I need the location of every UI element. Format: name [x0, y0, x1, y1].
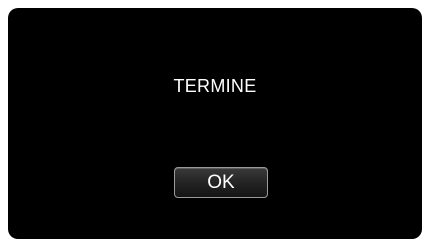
completion-message: TERMINE: [173, 76, 257, 96]
ok-button[interactable]: OK: [174, 167, 268, 198]
device-frame: TERMINE OK: [0, 0, 431, 248]
lcd-screen: TERMINE OK: [8, 8, 422, 239]
